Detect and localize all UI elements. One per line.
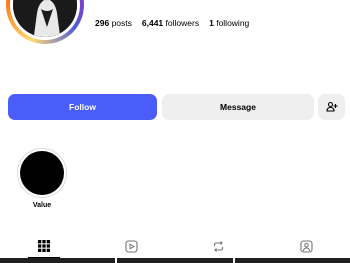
following-stat[interactable]: 1 following xyxy=(209,18,249,28)
tagged-icon xyxy=(300,239,313,253)
person-plus-icon xyxy=(325,101,337,112)
highlight-label: Value xyxy=(32,202,52,209)
posts-stat[interactable]: 296 posts xyxy=(95,18,132,28)
followers-stat[interactable]: 6,441 followers xyxy=(142,18,199,28)
avatar-image xyxy=(13,0,77,37)
post-thumbnail[interactable] xyxy=(117,258,233,263)
tab-reposts[interactable] xyxy=(175,234,263,258)
posts-label: posts xyxy=(111,18,132,28)
followers-label: followers xyxy=(165,18,200,28)
following-count: 1 xyxy=(209,18,214,28)
highlight-cover-ring xyxy=(17,148,67,198)
follow-button[interactable]: Follow xyxy=(8,94,157,120)
posts-count: 296 xyxy=(95,18,110,28)
following-label: following xyxy=(216,18,250,28)
suggested-users-button[interactable] xyxy=(318,94,345,120)
profile-tabs xyxy=(0,234,350,258)
story-highlight[interactable]: Value xyxy=(16,148,68,209)
followers-count: 6,441 xyxy=(141,18,164,28)
profile-avatar[interactable] xyxy=(6,0,84,44)
reels-icon xyxy=(125,239,138,253)
tab-posts[interactable] xyxy=(0,234,88,258)
avatar-figure-graphic xyxy=(13,0,77,37)
tab-tagged[interactable] xyxy=(263,234,350,258)
posts-grid xyxy=(0,258,350,263)
profile-stats: 296 posts 6,441 followers 1 following xyxy=(95,18,249,28)
grid-icon xyxy=(37,240,50,252)
post-thumbnail[interactable] xyxy=(0,258,116,263)
avatar-frame xyxy=(10,0,80,40)
reposts-icon xyxy=(214,240,224,252)
message-button[interactable]: Message xyxy=(162,94,314,120)
highlight-cover xyxy=(20,151,64,195)
tab-reels[interactable] xyxy=(88,234,176,258)
post-thumbnail[interactable] xyxy=(234,258,350,263)
